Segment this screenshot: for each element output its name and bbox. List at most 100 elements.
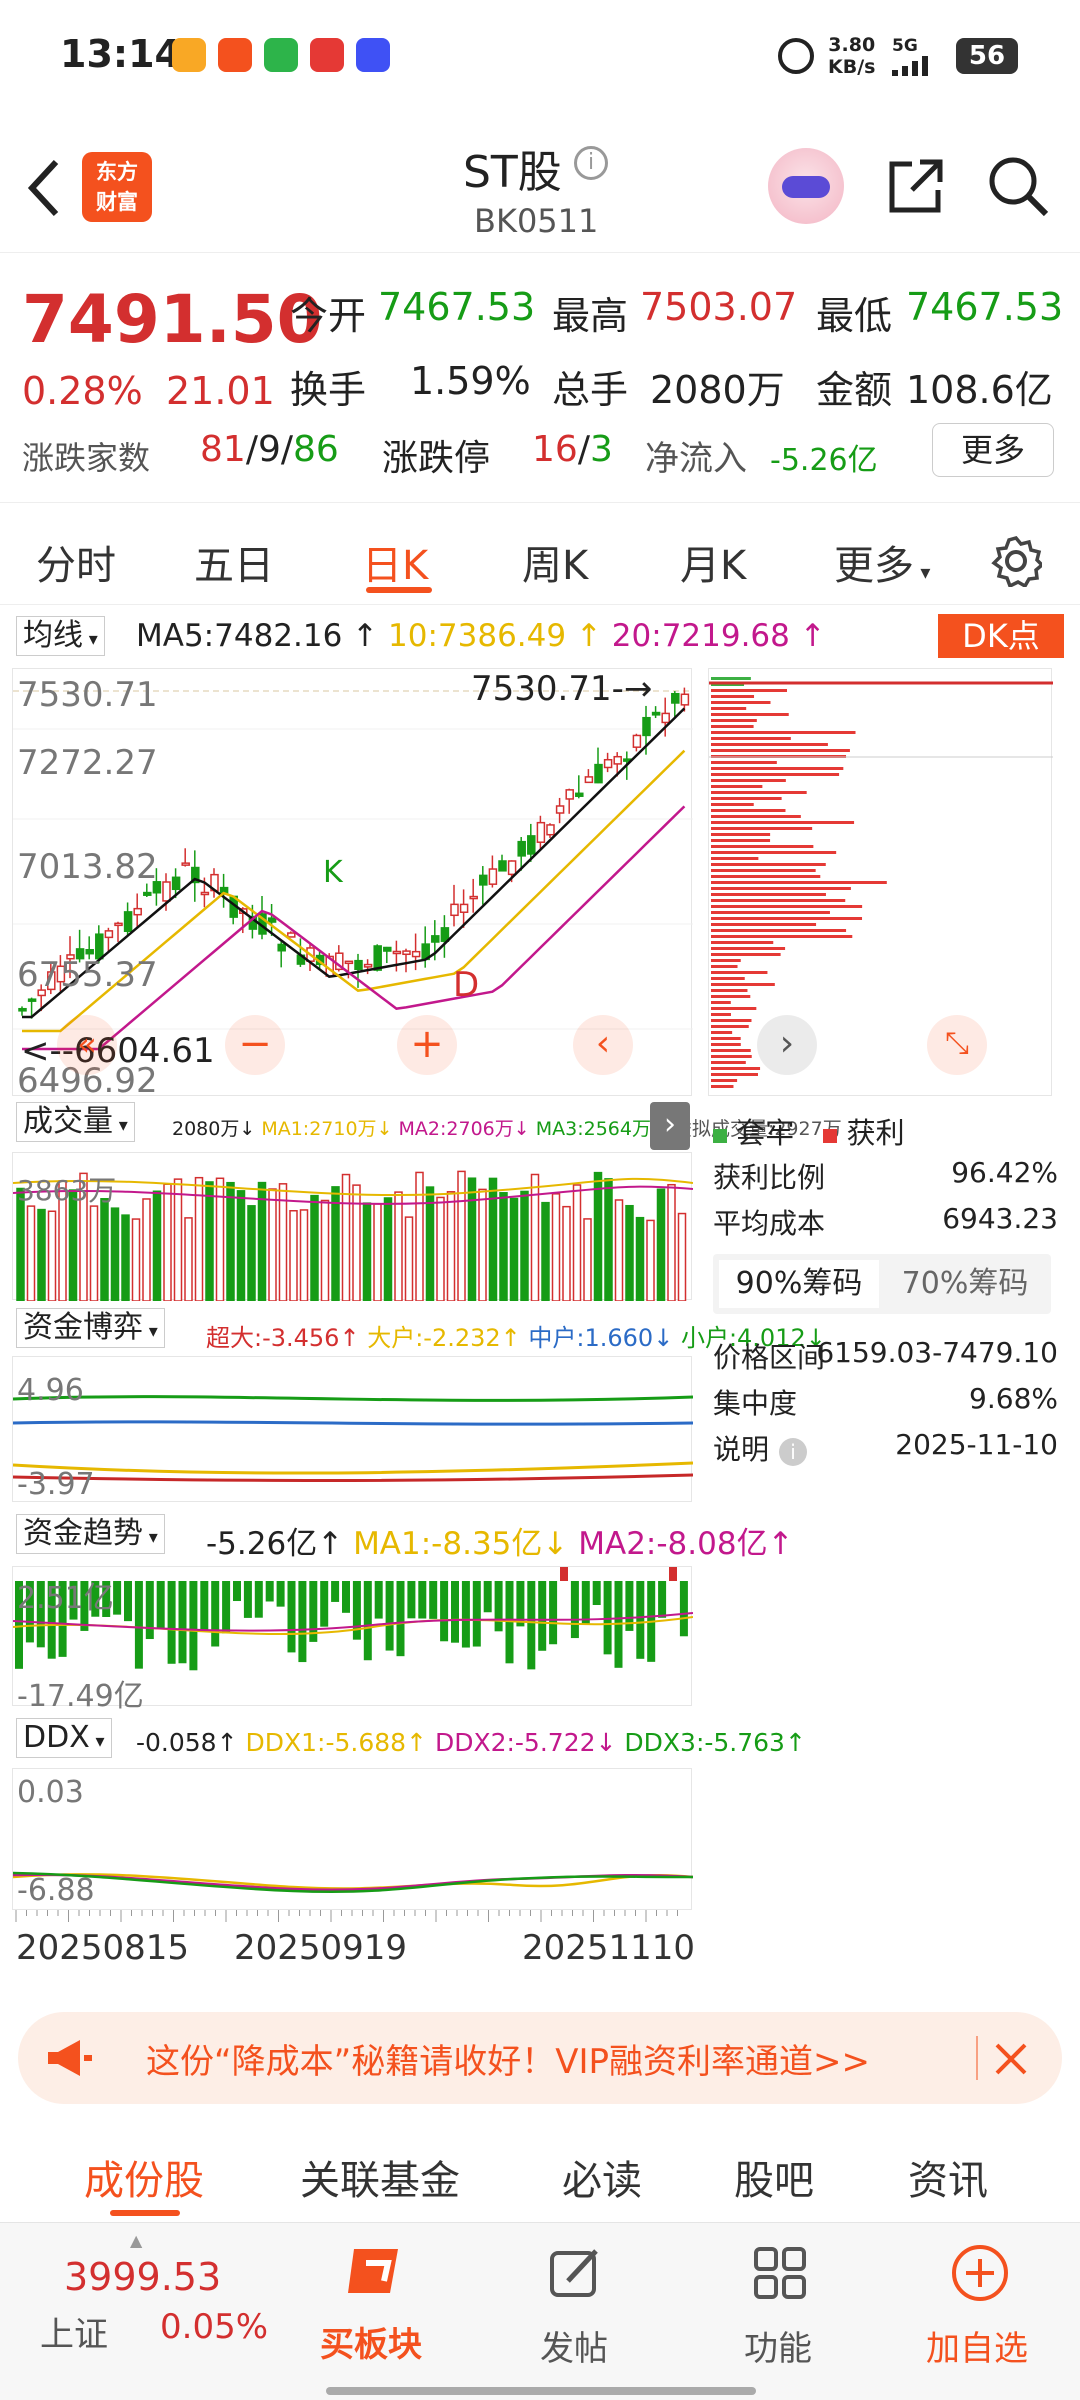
low-price-marker: <--6604.61 (21, 1031, 215, 1071)
avg-cost-value: 6943.23 (942, 1202, 1058, 1235)
chip-bar (711, 1049, 751, 1052)
kline-chart[interactable]: 7530.71 7272.27 7013.82 6755.37 6496.92 … (12, 668, 693, 1101)
expand-icon[interactable]: ⤡ (927, 1015, 987, 1075)
candle (613, 755, 622, 765)
tab-daily-k[interactable]: 日K (362, 533, 428, 591)
tab-news[interactable]: 资讯 (908, 2148, 988, 2206)
share-icon[interactable] (884, 154, 948, 218)
candle (469, 895, 478, 900)
alarm-icon (778, 38, 814, 74)
post-button[interactable]: 发帖 (530, 2235, 620, 2385)
y-axis-label: 6755.37 (17, 955, 158, 995)
volume-bar (541, 1201, 550, 1301)
candle (85, 949, 94, 955)
chevron-right-icon[interactable]: › (757, 1015, 817, 1075)
flow-bar (538, 1581, 547, 1651)
volume-bar (247, 1205, 256, 1301)
buy-sector-button[interactable]: 买板块 (318, 2235, 438, 2385)
limit-label: 涨跌停 (382, 438, 491, 479)
flow-bar (222, 1581, 231, 1634)
tab-chip-90[interactable]: 90%筹码 (719, 1260, 879, 1308)
volume-bar (656, 1188, 666, 1301)
promo-banner[interactable]: 这份“降成本”秘籍请收好！VIP融资利率通道>> (18, 2012, 1062, 2104)
date-label: 20251110 (522, 1928, 696, 1968)
tab-weekly-k[interactable]: 周K (522, 533, 588, 591)
flow-bar (254, 1581, 263, 1618)
grid-icon (754, 2247, 806, 2299)
turnover-label: 换手 (290, 368, 367, 412)
info-icon[interactable]: i (779, 1438, 808, 1466)
chevron-left-icon[interactable]: ‹ (573, 1015, 633, 1075)
limit-counts: 16/3 (532, 429, 613, 470)
chip-bar (711, 959, 741, 962)
info-icon[interactable]: i (574, 146, 608, 180)
candle (632, 734, 642, 748)
chip-bar (711, 881, 887, 884)
chip-bar (711, 941, 774, 944)
flow-bar (429, 1581, 438, 1619)
candle (104, 930, 114, 939)
expand-panel-button[interactable]: › (650, 1102, 690, 1150)
dk-point-button[interactable]: DK点 (938, 614, 1064, 658)
buy-sector-icon (348, 2249, 398, 2293)
candle (267, 917, 277, 923)
function-button[interactable]: 功能 (734, 2235, 824, 2385)
flow-bar (265, 1581, 274, 1602)
candle (565, 789, 574, 800)
zoom-out-button[interactable]: − (225, 1015, 285, 1075)
tab-more[interactable]: 更多 ▾ (834, 533, 930, 591)
volume-bar (604, 1178, 613, 1301)
volume-bar (635, 1216, 645, 1301)
tab-related-funds[interactable]: 关联基金 (300, 2148, 460, 2206)
zoom-in-button[interactable]: + (397, 1015, 457, 1075)
ddx-legend: DDX ▾ -0.058↑ DDX1:-5.688↑ DDX2:-5.722↓ … (12, 1716, 806, 1760)
add-favorite-button[interactable]: 加自选 (920, 2235, 1040, 2385)
chip-bar (711, 773, 840, 776)
fund-game-selector[interactable]: 资金博弈 ▾ (16, 1308, 165, 1348)
scroll-left-icon[interactable]: « (57, 1015, 117, 1075)
search-icon[interactable] (986, 154, 1050, 218)
chip-bar (711, 911, 830, 914)
tab-monthly-k[interactable]: 月K (680, 533, 746, 591)
chip-bar (711, 965, 738, 968)
volume-bar (89, 1205, 99, 1301)
candle (363, 963, 373, 968)
fund-trend-selector[interactable]: 资金趋势 ▾ (16, 1514, 165, 1554)
volume-bar (415, 1171, 424, 1301)
volume-bar (646, 1219, 655, 1301)
close-icon[interactable] (994, 2042, 1028, 2076)
tab-forum[interactable]: 股吧 (734, 2148, 814, 2206)
back-icon[interactable] (24, 158, 64, 218)
index-value[interactable]: 3999.53 (64, 2255, 221, 2299)
tab-indicator (366, 587, 432, 593)
tab-constituents[interactable]: 成份股 (84, 2148, 204, 2206)
volume-selector[interactable]: 成交量 ▾ (16, 1102, 135, 1142)
more-button[interactable]: 更多 (932, 423, 1054, 477)
tab-five-day[interactable]: 五日 (194, 533, 274, 591)
ma-selector[interactable]: 均线 ▾ (16, 616, 105, 656)
chip-bar (711, 809, 786, 812)
tab-must-read[interactable]: 必读 (562, 2148, 642, 2206)
y-axis-label: 7272.27 (17, 743, 158, 783)
change-value: 21.01 (166, 369, 275, 413)
tab-intraday[interactable]: 分时 (36, 533, 116, 591)
candle (344, 960, 354, 965)
candle (488, 868, 498, 885)
ddx-selector[interactable]: DDX ▾ (16, 1718, 112, 1758)
assistant-avatar-icon[interactable] (768, 148, 844, 224)
settings-gear-icon[interactable] (990, 535, 1042, 587)
volume-bar (583, 1218, 592, 1301)
flow-bar (167, 1581, 176, 1664)
battery-icon: 56 (956, 38, 1018, 74)
chip-bar (711, 851, 837, 854)
flow-bar (331, 1581, 340, 1602)
change-percent: 0.28% (22, 369, 143, 413)
chip-bar (711, 689, 788, 692)
chip-bar (711, 929, 847, 932)
chip-bar (711, 857, 759, 860)
chip-bar (711, 719, 757, 722)
megaphone-icon (48, 2040, 92, 2076)
candle (642, 716, 651, 737)
volume-label: 总手 (552, 368, 629, 412)
tab-chip-70[interactable]: 70%筹码 (885, 1260, 1045, 1308)
